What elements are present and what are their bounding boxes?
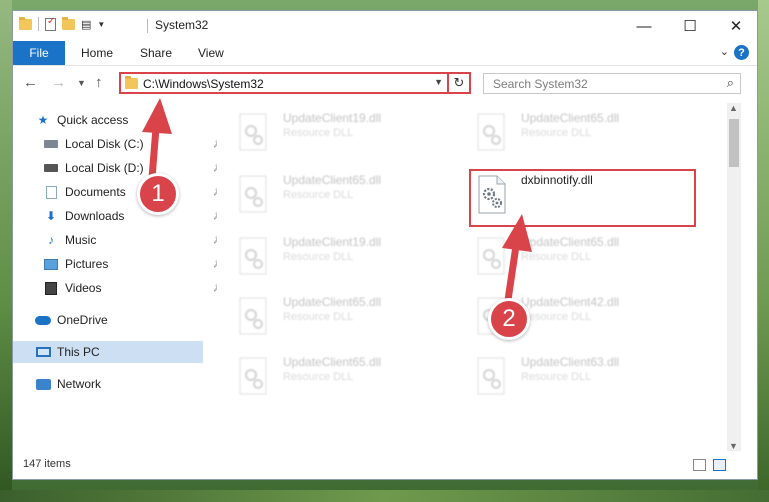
callout-step-2: 2 [488,298,530,340]
arrow-head-file [502,214,532,252]
arrow-to-address-bar [148,127,160,179]
arrow-to-file [504,245,520,301]
callout-step-1: 1 [137,173,179,215]
arrow-head-address-bar [142,98,172,134]
annotation-arrows [142,98,532,301]
